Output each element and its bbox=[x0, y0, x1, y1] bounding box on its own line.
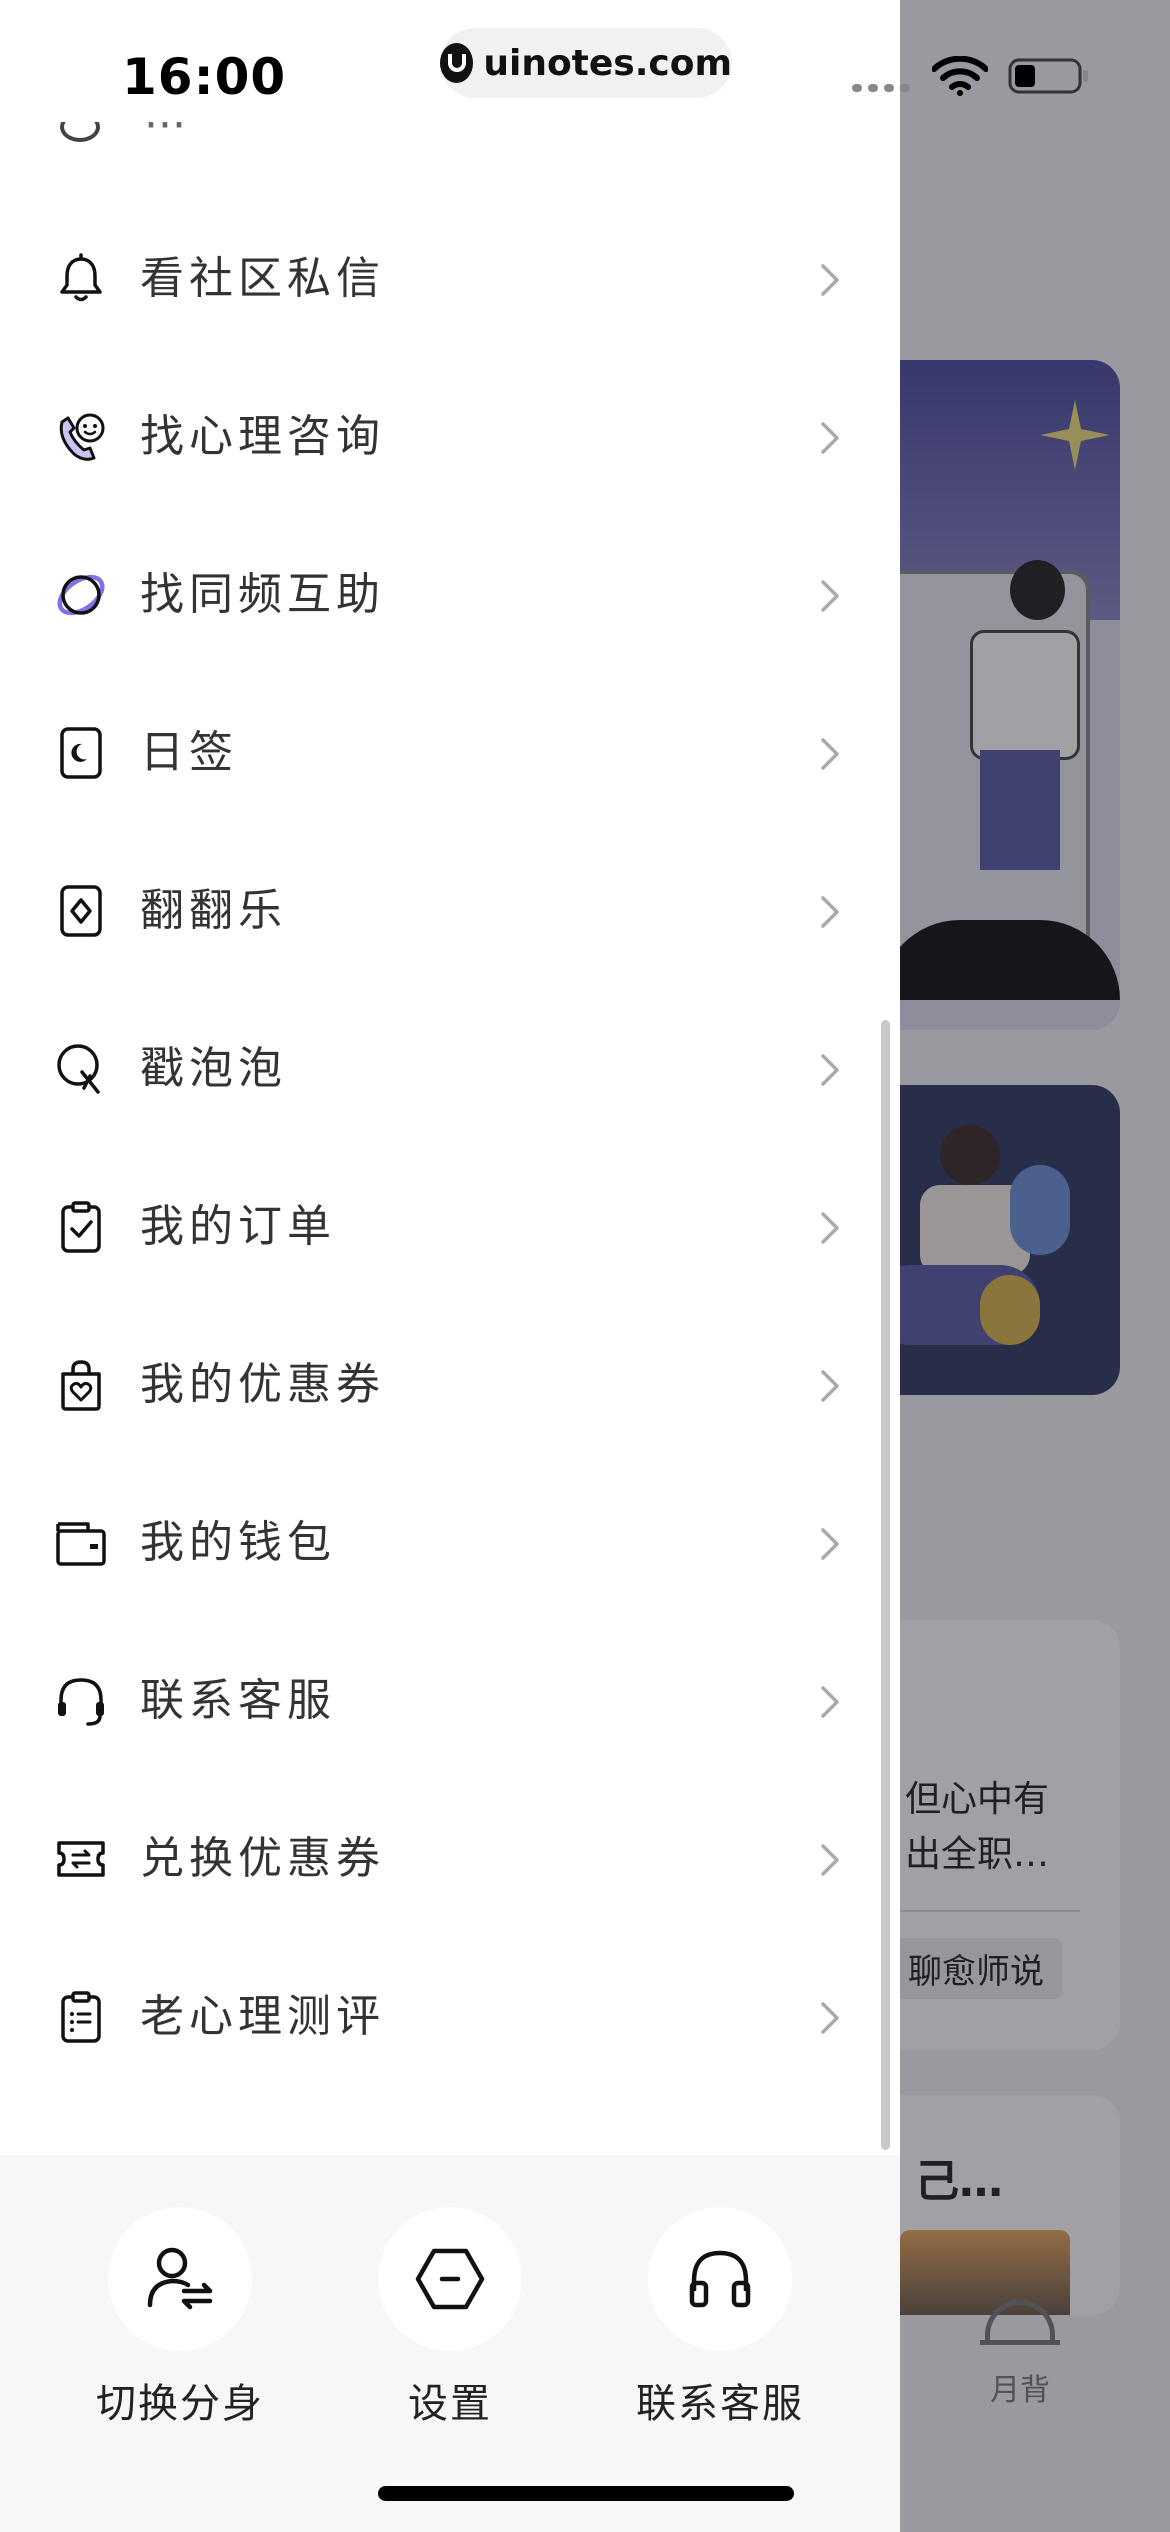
menu-item-label: 看社区私信 bbox=[140, 253, 385, 304]
menu-item-poke-bubbles[interactable]: 戳泡泡 bbox=[0, 990, 900, 1148]
menu-item-old-psych-test[interactable]: 老心理测评 bbox=[0, 1938, 900, 2096]
wifi-icon bbox=[932, 56, 988, 96]
headset-icon bbox=[58, 1678, 104, 1726]
user-switch-icon bbox=[147, 2247, 213, 2310]
menu-item-peer-support[interactable]: 找同频互助 bbox=[0, 516, 900, 674]
menu-item-contact-support[interactable]: 联系客服 bbox=[0, 1622, 900, 1780]
quick-action-label: 设置 bbox=[408, 2381, 492, 2427]
site-logo-icon bbox=[440, 43, 474, 83]
home-indicator[interactable] bbox=[378, 2486, 794, 2501]
planet-ring-icon bbox=[57, 574, 105, 616]
menu-item-label: 找心理咨询 bbox=[140, 411, 385, 462]
menu-item-my-wallet[interactable]: 我的钱包 bbox=[0, 1464, 900, 1622]
battery-icon bbox=[1008, 58, 1088, 94]
chevron-right-icon bbox=[821, 896, 839, 928]
scrollbar[interactable] bbox=[881, 1020, 890, 2150]
ticket-exchange-icon bbox=[57, 1841, 105, 1877]
diamond-card-icon bbox=[60, 885, 102, 937]
menu-item-label: 戳泡泡 bbox=[140, 1043, 287, 1094]
switch-avatar-circle bbox=[108, 2207, 252, 2351]
signal-dots-icon bbox=[852, 84, 914, 92]
settings-circle bbox=[378, 2207, 522, 2351]
bell-icon bbox=[60, 253, 102, 302]
chevron-right-icon bbox=[821, 422, 839, 454]
menu-item-my-orders[interactable]: 我的订单 bbox=[0, 1148, 900, 1306]
menu-item-daily-sign[interactable]: 日签 bbox=[0, 674, 900, 832]
url-pill[interactable]: uinotes.com bbox=[440, 28, 732, 98]
chevron-right-icon bbox=[821, 1212, 839, 1244]
menu-item-my-coupons[interactable]: 我的优惠券 bbox=[0, 1306, 900, 1464]
phone-smile-icon bbox=[59, 413, 105, 461]
quick-actions-bar: 切换分身 设置 联系客服 bbox=[0, 2155, 900, 2532]
hexagon-settings-icon bbox=[415, 2248, 485, 2310]
headphones-icon bbox=[689, 2250, 751, 2308]
menu-item-psych-consult[interactable]: 找心理咨询 bbox=[0, 358, 900, 516]
wallet-icon bbox=[56, 1522, 106, 1566]
clipboard-check-icon bbox=[61, 1201, 101, 1253]
menu-item-community-messages[interactable]: 看社区私信 bbox=[0, 200, 900, 358]
chevron-right-icon bbox=[821, 1686, 839, 1718]
status-time: 16:00 bbox=[122, 48, 287, 106]
menu-item-label: 老心理测评 bbox=[140, 1991, 385, 2042]
url-text: uinotes.com bbox=[483, 42, 732, 84]
menu-item-label: 我的优惠券 bbox=[140, 1359, 385, 1410]
switch-avatar-button[interactable]: 切换分身 bbox=[50, 2207, 310, 2429]
settings-button[interactable]: 设置 bbox=[320, 2207, 580, 2429]
menu-item-label: 找同频互助 bbox=[140, 569, 385, 620]
heart-bag-icon bbox=[61, 1360, 101, 1411]
contact-support-button[interactable]: 联系客服 bbox=[590, 2207, 850, 2429]
menu-item-label: 联系客服 bbox=[140, 1675, 336, 1726]
menu-item-label: 日签 bbox=[140, 727, 238, 778]
menu-item-label: 翻翻乐 bbox=[140, 885, 287, 936]
chevron-right-icon bbox=[821, 580, 839, 612]
chevron-right-icon bbox=[821, 1844, 839, 1876]
menu-item-flip-fun[interactable]: 翻翻乐 bbox=[0, 832, 900, 990]
status-bar: 16:00 uinotes.com bbox=[0, 0, 1170, 150]
chevron-right-icon bbox=[821, 1370, 839, 1402]
support-circle bbox=[648, 2207, 792, 2351]
menu-item-label: 我的钱包 bbox=[140, 1517, 336, 1568]
chevron-right-icon bbox=[821, 2002, 839, 2034]
quick-action-label: 切换分身 bbox=[96, 2381, 264, 2427]
chevron-right-icon bbox=[821, 738, 839, 770]
quick-action-label: 联系客服 bbox=[636, 2381, 804, 2427]
chevron-right-icon bbox=[821, 1054, 839, 1086]
side-drawer: ··· 看社区私信 找心理咨询 找同频互助 日签 翻翻乐 戳泡泡 我的订单 我的… bbox=[0, 0, 900, 2532]
menu-item-label: 兑换优惠券 bbox=[140, 1833, 385, 1884]
chevron-right-icon bbox=[821, 1528, 839, 1560]
moon-card-icon bbox=[60, 727, 102, 779]
bubble-poke-icon bbox=[57, 1044, 100, 1094]
clipboard-list-icon bbox=[61, 1991, 101, 2043]
chevron-right-icon bbox=[821, 264, 839, 296]
menu-item-label: 我的订单 bbox=[140, 1201, 336, 1252]
menu-item-redeem-coupon[interactable]: 兑换优惠券 bbox=[0, 1780, 900, 1938]
